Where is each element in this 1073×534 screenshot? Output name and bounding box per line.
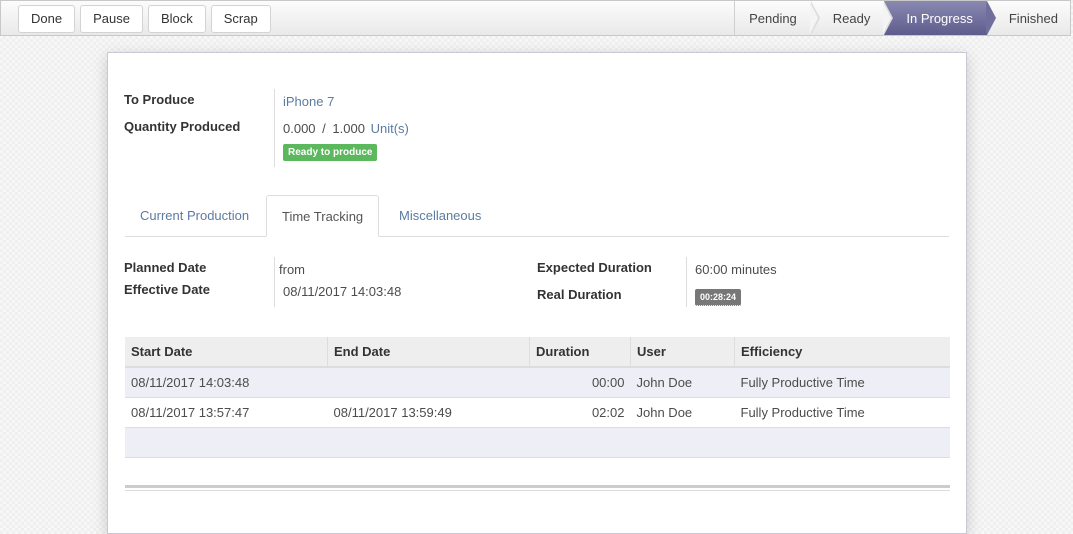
- divider: [274, 89, 275, 167]
- status-badge: Ready to produce: [283, 144, 378, 161]
- cell-end-date: [327, 367, 530, 398]
- time-log-table: Start Date End Date Duration User Effici…: [125, 337, 950, 458]
- planned-date-label: Planned Date: [124, 260, 207, 275]
- qty-separator: /: [322, 121, 326, 136]
- stage-finished[interactable]: Finished: [987, 1, 1070, 35]
- scrap-button[interactable]: Scrap: [210, 5, 271, 33]
- stage-label: Ready: [832, 11, 871, 26]
- effective-date-value: 08/11/2017 14:03:48: [283, 284, 402, 299]
- real-duration-label: Real Duration: [537, 287, 622, 302]
- block-button[interactable]: Block: [147, 5, 206, 33]
- tab-current-production[interactable]: Current Production: [125, 195, 264, 235]
- stage-ready[interactable]: Ready: [811, 1, 894, 35]
- stage-arrow-icon: [883, 1, 894, 35]
- cell-duration: 00:00: [529, 367, 631, 398]
- tab-miscellaneous[interactable]: Miscellaneous: [384, 195, 496, 235]
- column-user[interactable]: User: [630, 337, 735, 368]
- stage-arrow-icon: [985, 1, 996, 35]
- control-panel: Done Pause Block Scrap Pending Ready In …: [0, 0, 1071, 36]
- real-duration-timer: 00:28:24: [695, 289, 742, 306]
- table-row[interactable]: 08/11/2017 13:57:47 08/11/2017 13:59:49 …: [125, 397, 950, 428]
- stage-arrow-icon: [809, 1, 820, 35]
- column-end-date[interactable]: End Date: [327, 337, 530, 368]
- form-sheet: To Produce Quantity Produced iPhone 7 0.…: [107, 52, 967, 534]
- uom-link[interactable]: Unit(s): [371, 121, 409, 136]
- action-buttons: Done Pause Block Scrap: [18, 5, 271, 33]
- table-header-row: Start Date End Date Duration User Effici…: [125, 337, 950, 368]
- cell-start-date: 08/11/2017 14:03:48: [125, 367, 328, 398]
- qty-produced[interactable]: 0.000: [283, 121, 316, 136]
- table-footer: [125, 485, 950, 491]
- cell-duration: 02:02: [529, 397, 631, 428]
- column-efficiency[interactable]: Efficiency: [734, 337, 950, 368]
- effective-date-label: Effective Date: [124, 282, 210, 297]
- to-produce-label: To Produce: [124, 92, 195, 107]
- cell-user: John Doe: [630, 367, 735, 398]
- stage-in-progress[interactable]: In Progress: [884, 1, 996, 35]
- qty-total: 1.000: [332, 121, 365, 136]
- stage-label: Pending: [749, 11, 797, 26]
- expected-duration-label: Expected Duration: [537, 260, 652, 275]
- status-bar-stages: Pending Ready In Progress Finished: [734, 1, 1070, 35]
- done-button[interactable]: Done: [18, 5, 76, 33]
- cell-efficiency: Fully Productive Time: [734, 367, 950, 398]
- stage-label: In Progress: [906, 11, 973, 26]
- quantity-produced-label: Quantity Produced: [124, 119, 241, 134]
- divider: [274, 257, 275, 307]
- expected-duration-value: 60:00 minutes: [695, 262, 777, 277]
- stage-label: Finished: [1008, 11, 1058, 26]
- notebook-tabs: Current Production Time Tracking Miscell…: [125, 195, 949, 237]
- pause-button[interactable]: Pause: [80, 5, 143, 33]
- stage-pending[interactable]: Pending: [735, 1, 820, 35]
- column-start-date[interactable]: Start Date: [125, 337, 328, 368]
- cell-end-date: 08/11/2017 13:59:49: [327, 397, 530, 428]
- column-duration[interactable]: Duration: [529, 337, 631, 368]
- cell-efficiency: Fully Productive Time: [734, 397, 950, 428]
- cell-start-date: 08/11/2017 13:57:47: [125, 397, 328, 428]
- divider: [686, 257, 687, 307]
- cell-user: John Doe: [630, 397, 735, 428]
- table-row[interactable]: 08/11/2017 14:03:48 00:00 John Doe Fully…: [125, 367, 950, 398]
- table-empty-row: [125, 427, 950, 458]
- tab-time-tracking[interactable]: Time Tracking: [266, 195, 380, 237]
- quantity-field: 0.000 / 1.000 Unit(s): [283, 121, 409, 136]
- planned-date-value[interactable]: from: [279, 262, 305, 277]
- product-link[interactable]: iPhone 7: [283, 94, 334, 109]
